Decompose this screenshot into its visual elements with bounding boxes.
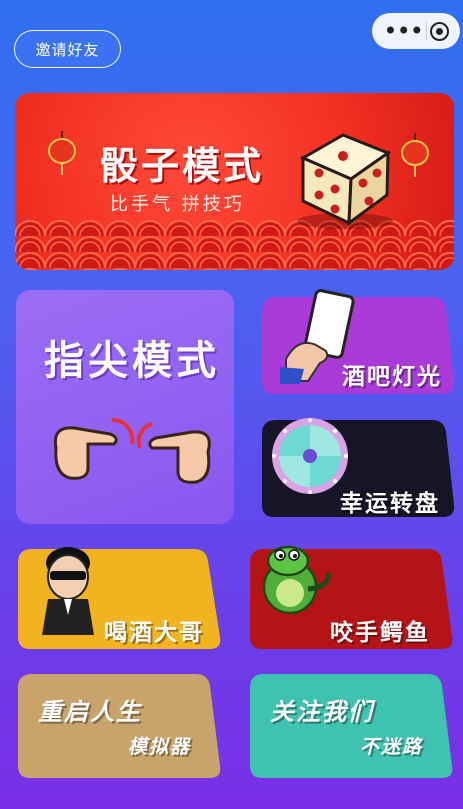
crocodile-icon (262, 545, 331, 615)
boss-character-icon (42, 547, 94, 635)
restart-life-card[interactable]: 重启人生 模拟器 (16, 672, 222, 780)
crocodile-card[interactable]: 咬手鳄鱼 (248, 545, 454, 650)
bar-light-title: 酒吧灯光 (342, 364, 442, 390)
lucky-wheel-title: 幸运转盘 (340, 491, 440, 517)
dice-mode-banner[interactable]: 骰子模式 比手气 拼技巧 (15, 93, 454, 270)
finger-mode-card[interactable]: 指尖模式 (16, 290, 234, 524)
crocodile-title: 咬手鳄鱼 (330, 620, 430, 646)
mini-program-capsule: ••• (372, 13, 460, 49)
restart-life-subtitle: 模拟器 (128, 736, 192, 758)
more-dots-icon[interactable]: ••• (383, 19, 423, 43)
lucky-wheel-card[interactable]: 幸运转盘 (262, 418, 454, 517)
drink-boss-card[interactable]: 喝酒大哥 (16, 547, 222, 650)
lantern-icon (48, 131, 76, 175)
follow-us-title: 关注我们 (270, 698, 374, 726)
dice-mode-subtitle: 比手气 拼技巧 (110, 194, 245, 215)
dice-icon (297, 133, 393, 229)
lantern-icon (401, 133, 429, 177)
target-circle-icon[interactable] (429, 21, 449, 41)
invite-friends-button[interactable]: 邀请好友 (14, 30, 121, 68)
bar-light-card[interactable]: 酒吧灯光 (262, 289, 454, 394)
capsule-divider (425, 22, 427, 40)
follow-us-card[interactable]: 关注我们 不迷路 (248, 672, 454, 780)
finger-mode-title: 指尖模式 (44, 338, 220, 384)
invite-friends-label: 邀请好友 (35, 40, 100, 59)
restart-life-title: 重启人生 (38, 698, 142, 726)
tapping-hands-icon (53, 417, 211, 484)
dice-mode-title: 骰子模式 (100, 144, 265, 188)
follow-us-subtitle: 不迷路 (360, 736, 424, 758)
drink-boss-title: 喝酒大哥 (104, 620, 204, 646)
